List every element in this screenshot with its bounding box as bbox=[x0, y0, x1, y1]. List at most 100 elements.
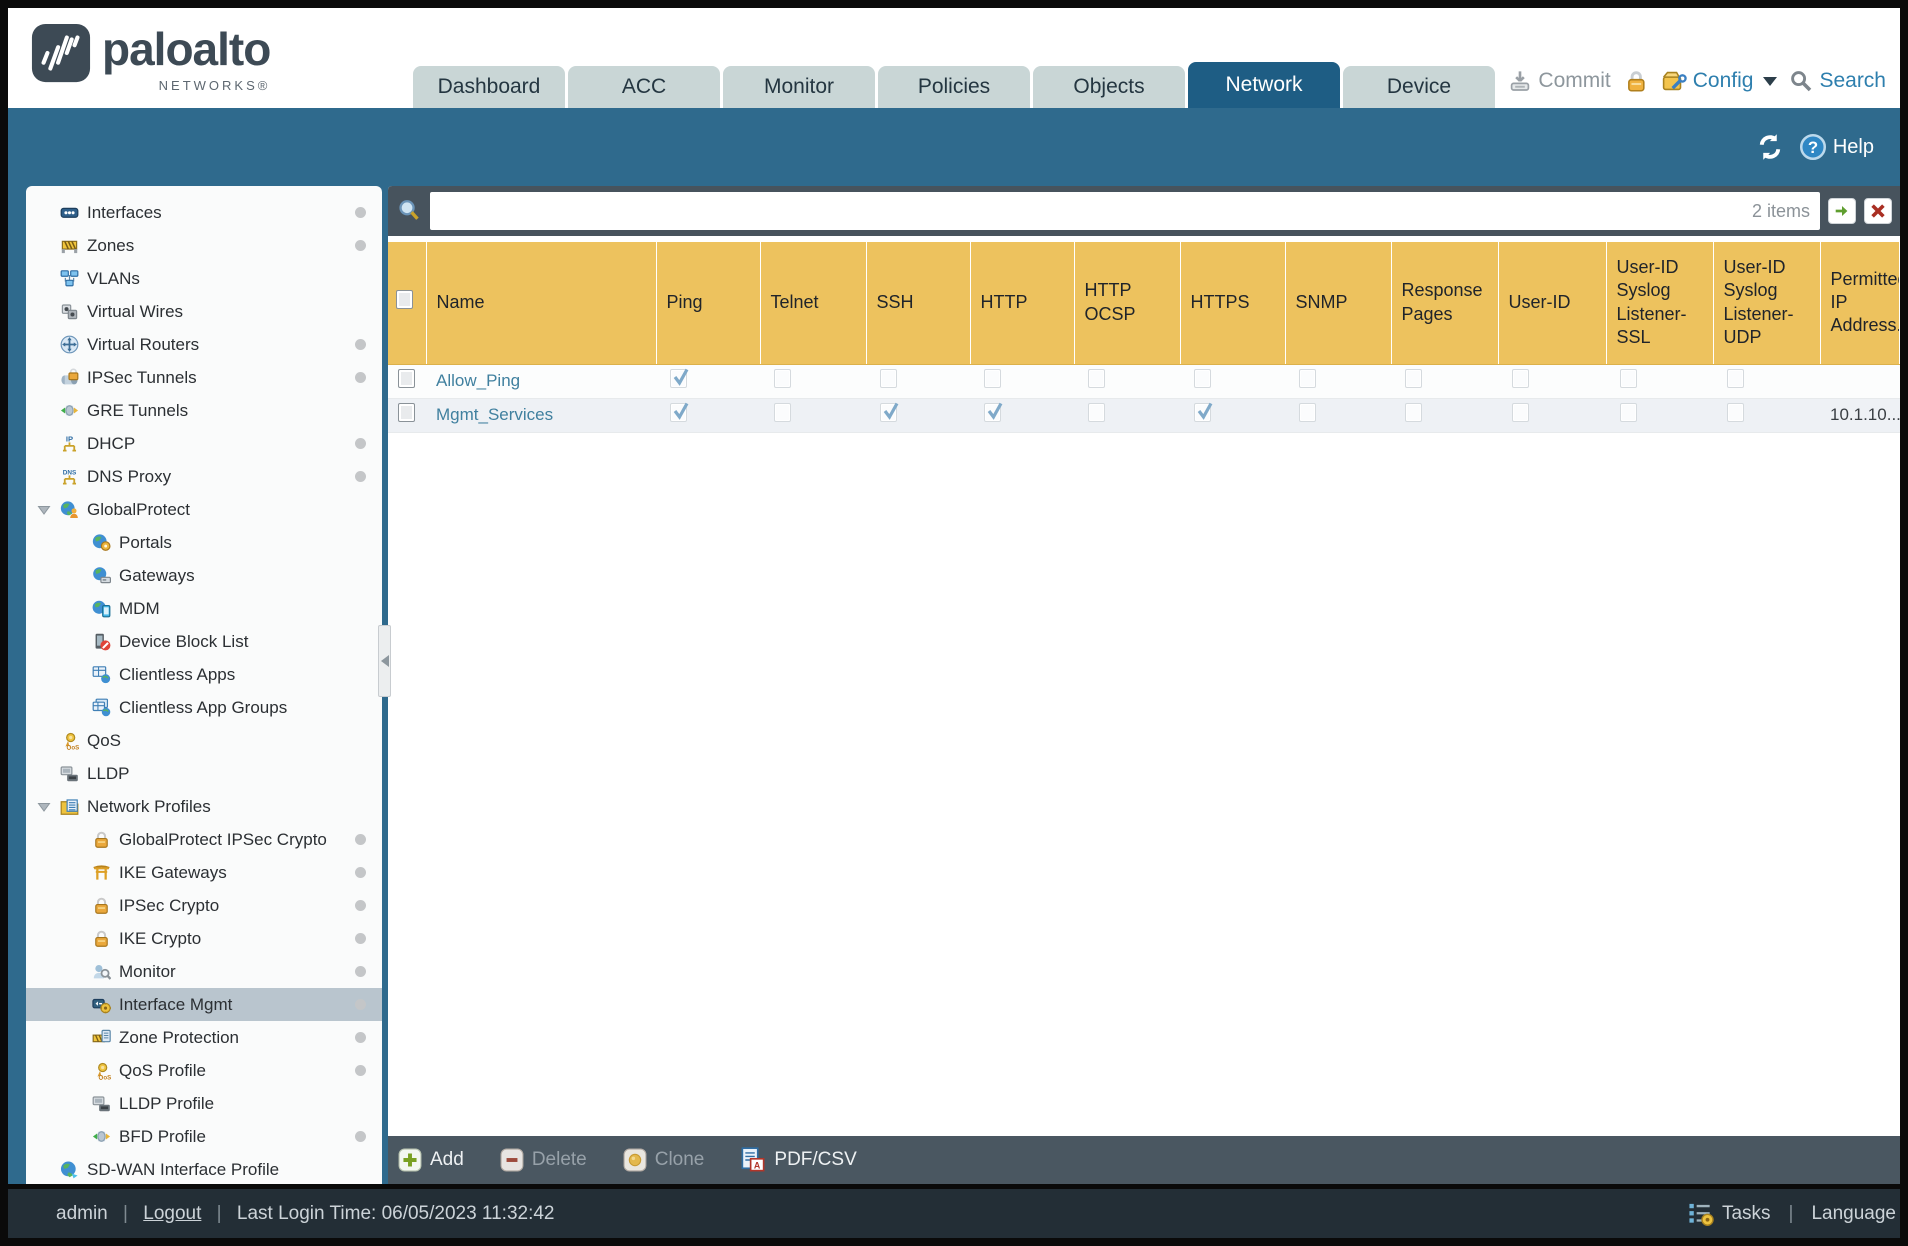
expander-triangle-icon[interactable] bbox=[36, 502, 52, 518]
commit-button[interactable]: Commit bbox=[1508, 69, 1611, 93]
tab-policies[interactable]: Policies bbox=[878, 66, 1030, 108]
delete-button[interactable]: Delete bbox=[500, 1148, 587, 1172]
sidebar-item-network-profiles[interactable]: Network Profiles bbox=[26, 790, 382, 823]
language-button[interactable]: Language bbox=[1811, 1203, 1896, 1225]
sidebar-item-device-block-list[interactable]: Device Block List bbox=[26, 625, 382, 658]
sidebar-item-zones[interactable]: Zones bbox=[26, 229, 382, 262]
unchecked-checkbox[interactable] bbox=[880, 369, 897, 388]
col-header-telnet[interactable]: Telnet bbox=[760, 242, 867, 365]
apply-filter-button[interactable] bbox=[1828, 198, 1856, 224]
tab-monitor[interactable]: Monitor bbox=[723, 66, 875, 108]
sidebar-item-clientless-apps[interactable]: Clientless Apps bbox=[26, 658, 382, 691]
col-header-uid-syslog-ssl[interactable]: User-ID Syslog Listener-SSL bbox=[1606, 242, 1714, 365]
sidebar-item-ipsec-crypto[interactable]: IPSec Crypto bbox=[26, 889, 382, 922]
unchecked-checkbox[interactable] bbox=[1299, 369, 1316, 388]
cell-http bbox=[970, 398, 1074, 433]
unchecked-checkbox[interactable] bbox=[1620, 369, 1637, 388]
sidebar-item-qos-profile[interactable]: QoS QoS Profile bbox=[26, 1054, 382, 1087]
unchecked-checkbox[interactable] bbox=[398, 403, 415, 422]
checked-checkbox[interactable] bbox=[880, 402, 899, 422]
sidebar-item-mdm[interactable]: MDM bbox=[26, 592, 382, 625]
sidebar-item-lldp-profile[interactable]: LLDP Profile bbox=[26, 1087, 382, 1120]
sidebar-item-sd-wan-interface-profile[interactable]: SD-WAN Interface Profile bbox=[26, 1153, 382, 1184]
unchecked-checkbox[interactable] bbox=[398, 369, 415, 388]
sidebar-item-gateways[interactable]: Gateways bbox=[26, 559, 382, 592]
col-header-name[interactable]: Name bbox=[426, 242, 657, 365]
unchecked-checkbox[interactable] bbox=[984, 369, 1001, 388]
sidebar-item-interfaces[interactable]: Interfaces bbox=[26, 196, 382, 229]
unchecked-checkbox[interactable] bbox=[774, 403, 791, 422]
col-header-response-pages[interactable]: Response Pages bbox=[1391, 242, 1499, 365]
col-header-http-ocsp[interactable]: HTTP OCSP bbox=[1074, 242, 1181, 365]
sidebar-item-label: Zones bbox=[87, 235, 135, 255]
tab-network[interactable]: Network bbox=[1188, 62, 1340, 108]
sidebar-item-gre-tunnels[interactable]: GRE Tunnels bbox=[26, 394, 382, 427]
checked-checkbox[interactable] bbox=[670, 402, 689, 422]
sidebar-item-dhcp[interactable]: IP DHCP bbox=[26, 427, 382, 460]
expander-triangle-icon[interactable] bbox=[36, 799, 52, 815]
sidebar-item-ike-gateways[interactable]: IKE Gateways bbox=[26, 856, 382, 889]
sidebar-item-interface-mgmt[interactable]: Interface Mgmt bbox=[26, 988, 382, 1021]
profile-name-link[interactable]: Mgmt_Services bbox=[436, 405, 553, 424]
sidebar-item-virtual-wires[interactable]: Virtual Wires bbox=[26, 295, 382, 328]
clear-filter-button[interactable] bbox=[1864, 198, 1892, 224]
clone-button[interactable]: Clone bbox=[623, 1148, 704, 1172]
tab-dashboard[interactable]: Dashboard bbox=[413, 66, 565, 108]
unchecked-checkbox[interactable] bbox=[1299, 403, 1316, 422]
unchecked-checkbox[interactable] bbox=[1512, 369, 1529, 388]
lock-status-icon[interactable] bbox=[1623, 68, 1649, 94]
sidebar-item-clientless-app-groups[interactable]: Clientless App Groups bbox=[26, 691, 382, 724]
sidebar-item-label: IKE Crypto bbox=[119, 928, 202, 948]
unchecked-checkbox[interactable] bbox=[1512, 403, 1529, 422]
sidebar-item-zone-protection[interactable]: Zone Protection bbox=[26, 1021, 382, 1054]
refresh-icon[interactable] bbox=[1755, 132, 1785, 162]
sidebar-item-virtual-routers[interactable]: Virtual Routers bbox=[26, 328, 382, 361]
sidebar-item-qos[interactable]: QoS QoS bbox=[26, 724, 382, 757]
checked-checkbox[interactable] bbox=[984, 402, 1003, 422]
tasks-button[interactable]: Tasks bbox=[1722, 1203, 1771, 1225]
unchecked-checkbox[interactable] bbox=[1405, 369, 1422, 388]
checked-checkbox[interactable] bbox=[1194, 402, 1213, 422]
unchecked-checkbox[interactable] bbox=[1088, 369, 1105, 388]
config-menu-button[interactable]: Config bbox=[1661, 68, 1778, 94]
profile-name-link[interactable]: Allow_Ping bbox=[436, 371, 520, 390]
sidebar-item-ike-crypto[interactable]: IKE Crypto bbox=[26, 922, 382, 955]
pdf-csv-button[interactable]: A PDF/CSV bbox=[740, 1147, 857, 1173]
sidebar-item-bfd-profile[interactable]: BFD Profile bbox=[26, 1120, 382, 1153]
sidebar-item-globalprotect[interactable]: GlobalProtect bbox=[26, 493, 382, 526]
unchecked-checkbox[interactable] bbox=[1405, 403, 1422, 422]
col-header-ping[interactable]: Ping bbox=[656, 242, 761, 365]
tab-device[interactable]: Device bbox=[1343, 66, 1495, 108]
col-header-permitted-ip[interactable]: Permitted IP Address... bbox=[1820, 242, 1900, 365]
unchecked-checkbox[interactable] bbox=[774, 369, 791, 388]
sidebar-collapse-handle[interactable] bbox=[378, 625, 391, 698]
filter-input[interactable] bbox=[438, 196, 1752, 226]
unchecked-checkbox[interactable] bbox=[1088, 403, 1105, 422]
main-nav-tabs: Dashboard ACC Monitor Policies Objects Networ… bbox=[413, 62, 1498, 108]
add-button[interactable]: Add bbox=[398, 1148, 464, 1172]
checked-checkbox[interactable] bbox=[670, 368, 689, 388]
unchecked-checkbox[interactable] bbox=[1727, 403, 1744, 422]
col-header-http[interactable]: HTTP bbox=[970, 242, 1075, 365]
sidebar-item-globalprotect-ipsec-crypto[interactable]: GlobalProtect IPSec Crypto bbox=[26, 823, 382, 856]
col-header-uid-syslog-udp[interactable]: User-ID Syslog Listener-UDP bbox=[1713, 242, 1821, 365]
global-search-button[interactable]: Search bbox=[1789, 69, 1886, 93]
unchecked-checkbox[interactable] bbox=[1620, 403, 1637, 422]
col-header-ssh[interactable]: SSH bbox=[866, 242, 971, 365]
sidebar-item-monitor[interactable]: Monitor bbox=[26, 955, 382, 988]
tab-objects[interactable]: Objects bbox=[1033, 66, 1185, 108]
col-header-user-id[interactable]: User-ID bbox=[1498, 242, 1607, 365]
logout-link[interactable]: Logout bbox=[143, 1203, 201, 1224]
unchecked-checkbox[interactable] bbox=[1727, 369, 1744, 388]
tab-acc[interactable]: ACC bbox=[568, 66, 720, 108]
sidebar-item-dns-proxy[interactable]: DNS DNS Proxy bbox=[26, 460, 382, 493]
help-button[interactable]: ? Help bbox=[1799, 133, 1874, 161]
unchecked-checkbox[interactable] bbox=[396, 290, 413, 310]
sidebar-item-portals[interactable]: Portals bbox=[26, 526, 382, 559]
sidebar-item-ipsec-tunnels[interactable]: IPSec Tunnels bbox=[26, 361, 382, 394]
unchecked-checkbox[interactable] bbox=[1194, 369, 1211, 388]
sidebar-item-lldp[interactable]: LLDP bbox=[26, 757, 382, 790]
sidebar-item-vlans[interactable]: VLANs bbox=[26, 262, 382, 295]
col-header-https[interactable]: HTTPS bbox=[1180, 242, 1286, 365]
col-header-snmp[interactable]: SNMP bbox=[1285, 242, 1392, 365]
